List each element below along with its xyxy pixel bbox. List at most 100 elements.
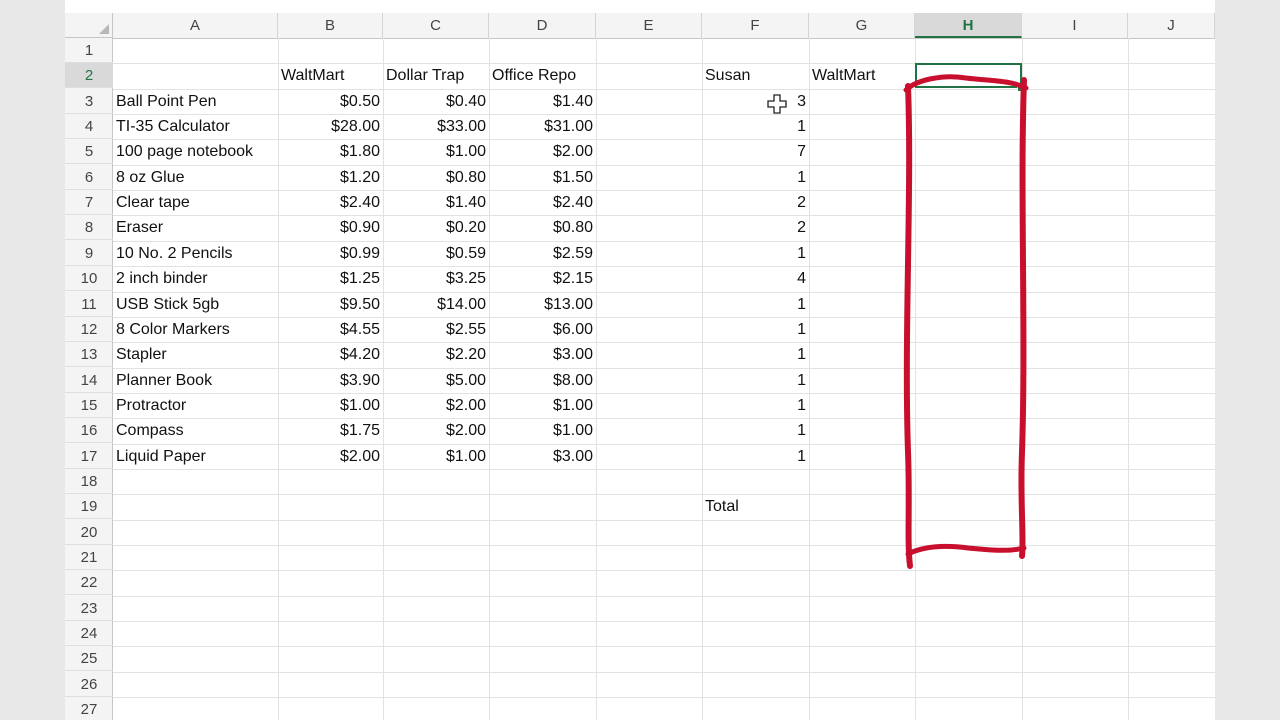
item-name[interactable]: 8 Color Markers	[113, 317, 278, 342]
row-header-23[interactable]: 23	[65, 596, 113, 621]
header-dollar-trap[interactable]: Dollar Trap	[383, 63, 489, 88]
row-header-1[interactable]: 1	[65, 38, 113, 63]
price-walmart[interactable]: $1.25	[278, 266, 383, 291]
quantity-susan[interactable]: 3	[702, 89, 809, 114]
row-header-10[interactable]: 10	[65, 266, 113, 292]
item-name[interactable]: Compass	[113, 418, 278, 443]
price-dollar-trap[interactable]: $2.00	[383, 393, 489, 418]
row-header-21[interactable]: 21	[65, 545, 113, 570]
price-walmart[interactable]: $3.90	[278, 368, 383, 393]
price-office-repo[interactable]: $1.00	[489, 418, 596, 443]
price-dollar-trap[interactable]: $1.00	[383, 444, 489, 469]
quantity-susan[interactable]: 4	[702, 266, 809, 291]
price-walmart[interactable]: $2.40	[278, 190, 383, 215]
price-dollar-trap[interactable]: $0.80	[383, 165, 489, 190]
quantity-susan[interactable]: 1	[702, 393, 809, 418]
item-name[interactable]: Stapler	[113, 342, 278, 367]
row-header-18[interactable]: 18	[65, 469, 113, 494]
price-office-repo[interactable]: $2.15	[489, 266, 596, 291]
column-header-j[interactable]: J	[1128, 13, 1215, 38]
header-susan[interactable]: Susan	[702, 63, 809, 88]
price-office-repo[interactable]: $2.00	[489, 139, 596, 164]
price-office-repo[interactable]: $2.40	[489, 190, 596, 215]
column-header-b[interactable]: B	[278, 13, 383, 38]
row-header-27[interactable]: 27	[65, 697, 113, 720]
price-office-repo[interactable]: $2.59	[489, 241, 596, 266]
column-header-a[interactable]: A	[113, 13, 278, 38]
quantity-susan[interactable]: 1	[702, 418, 809, 443]
row-header-16[interactable]: 16	[65, 418, 113, 444]
price-walmart[interactable]: $28.00	[278, 114, 383, 139]
column-header-d[interactable]: D	[489, 13, 596, 38]
quantity-susan[interactable]: 1	[702, 241, 809, 266]
row-header-3[interactable]: 3	[65, 89, 113, 114]
price-walmart[interactable]: $1.75	[278, 418, 383, 443]
row-header-19[interactable]: 19	[65, 494, 113, 520]
item-name[interactable]: USB Stick 5gb	[113, 292, 278, 317]
row-header-24[interactable]: 24	[65, 621, 113, 647]
row-header-25[interactable]: 25	[65, 646, 113, 672]
price-office-repo[interactable]: $0.80	[489, 215, 596, 240]
row-header-2[interactable]: 2	[65, 63, 113, 89]
item-name[interactable]: Ball Point Pen	[113, 89, 278, 114]
price-office-repo[interactable]: $3.00	[489, 444, 596, 469]
column-header-f[interactable]: F	[702, 13, 809, 38]
price-dollar-trap[interactable]: $2.20	[383, 342, 489, 367]
row-header-13[interactable]: 13	[65, 342, 113, 368]
quantity-susan[interactable]: 7	[702, 139, 809, 164]
row-header-15[interactable]: 15	[65, 393, 113, 418]
quantity-susan[interactable]: 2	[702, 215, 809, 240]
price-walmart[interactable]: $9.50	[278, 292, 383, 317]
price-dollar-trap[interactable]: $5.00	[383, 368, 489, 393]
quantity-susan[interactable]: 1	[702, 368, 809, 393]
column-header-i[interactable]: I	[1022, 13, 1128, 38]
item-name[interactable]: 2 inch binder	[113, 266, 278, 291]
price-office-repo[interactable]: $1.50	[489, 165, 596, 190]
row-header-4[interactable]: 4	[65, 114, 113, 140]
price-walmart[interactable]: $2.00	[278, 444, 383, 469]
price-walmart[interactable]: $1.20	[278, 165, 383, 190]
price-dollar-trap[interactable]: $3.25	[383, 266, 489, 291]
item-name[interactable]: Liquid Paper	[113, 444, 278, 469]
row-header-9[interactable]: 9	[65, 241, 113, 266]
row-header-20[interactable]: 20	[65, 520, 113, 545]
select-all-corner[interactable]	[65, 13, 113, 38]
item-name[interactable]: 100 page notebook	[113, 139, 278, 164]
item-name[interactable]: 10 No. 2 Pencils	[113, 241, 278, 266]
price-walmart[interactable]: $0.90	[278, 215, 383, 240]
price-dollar-trap[interactable]: $33.00	[383, 114, 489, 139]
price-dollar-trap[interactable]: $1.40	[383, 190, 489, 215]
quantity-susan[interactable]: 1	[702, 444, 809, 469]
row-header-6[interactable]: 6	[65, 165, 113, 190]
price-walmart[interactable]: $0.99	[278, 241, 383, 266]
total-label[interactable]: Total	[702, 494, 809, 519]
column-header-e[interactable]: E	[596, 13, 702, 38]
item-name[interactable]: 8 oz Glue	[113, 165, 278, 190]
price-walmart[interactable]: $1.00	[278, 393, 383, 418]
price-dollar-trap[interactable]: $2.55	[383, 317, 489, 342]
select-all-triangle-icon[interactable]	[99, 24, 109, 34]
row-header-22[interactable]: 22	[65, 570, 113, 596]
price-office-repo[interactable]: $1.40	[489, 89, 596, 114]
quantity-susan[interactable]: 1	[702, 342, 809, 367]
header-office-repo[interactable]: Office Repo	[489, 63, 596, 88]
column-header-g[interactable]: G	[809, 13, 915, 38]
row-header-5[interactable]: 5	[65, 139, 113, 165]
item-name[interactable]: Eraser	[113, 215, 278, 240]
price-office-repo[interactable]: $31.00	[489, 114, 596, 139]
row-header-7[interactable]: 7	[65, 190, 113, 216]
quantity-susan[interactable]: 1	[702, 165, 809, 190]
price-dollar-trap[interactable]: $1.00	[383, 139, 489, 164]
price-office-repo[interactable]: $8.00	[489, 368, 596, 393]
price-walmart[interactable]: $4.55	[278, 317, 383, 342]
quantity-susan[interactable]: 1	[702, 317, 809, 342]
item-name[interactable]: Planner Book	[113, 368, 278, 393]
quantity-susan[interactable]: 1	[702, 292, 809, 317]
price-dollar-trap[interactable]: $2.00	[383, 418, 489, 443]
row-header-14[interactable]: 14	[65, 368, 113, 393]
price-dollar-trap[interactable]: $0.20	[383, 215, 489, 240]
price-walmart[interactable]: $1.80	[278, 139, 383, 164]
header-walmart[interactable]: WaltMart	[278, 63, 383, 88]
price-office-repo[interactable]: $13.00	[489, 292, 596, 317]
item-name[interactable]: Clear tape	[113, 190, 278, 215]
